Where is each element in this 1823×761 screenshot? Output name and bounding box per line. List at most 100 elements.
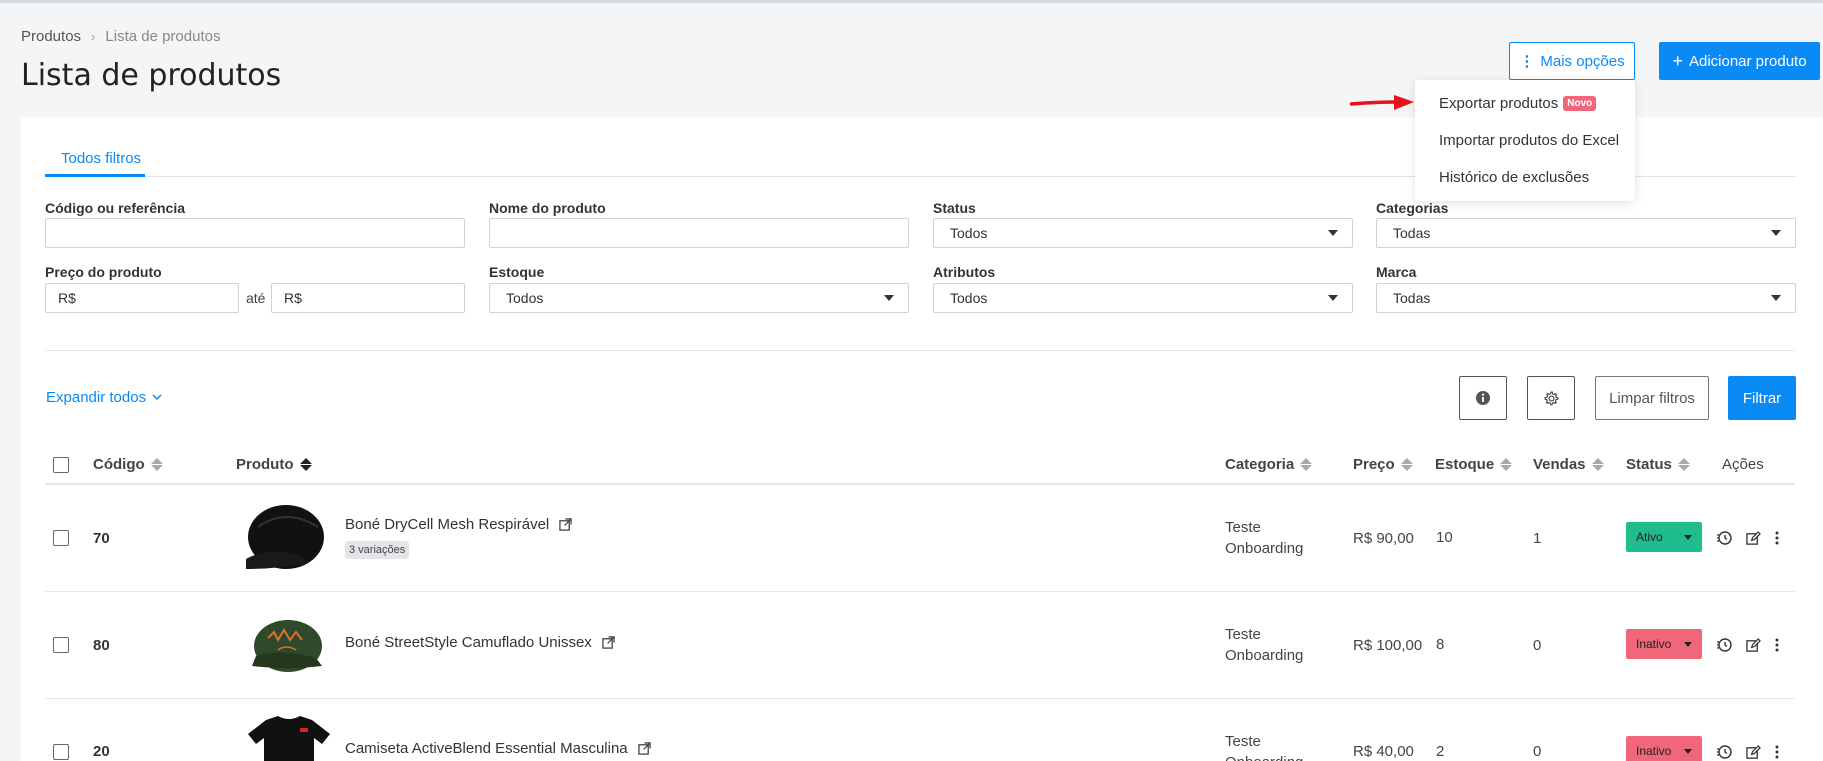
settings-button[interactable] — [1527, 376, 1575, 420]
kebab-icon[interactable] — [1775, 638, 1779, 652]
history-icon[interactable] — [1716, 744, 1732, 760]
column-header-stock[interactable]: Estoque — [1435, 456, 1513, 473]
column-header-code[interactable]: Código — [93, 456, 163, 473]
external-link-icon[interactable] — [602, 636, 615, 649]
external-link-icon[interactable] — [637, 742, 651, 755]
attributes-label: Atributos — [933, 264, 996, 280]
stock-label: Estoque — [489, 264, 545, 280]
price-separator: até — [246, 290, 266, 306]
row-checkbox[interactable] — [53, 744, 69, 760]
product-name: Camiseta ActiveBlend Essential Masculina — [345, 740, 628, 757]
product-thumbnail[interactable] — [238, 604, 334, 688]
filter-button[interactable]: Filtrar — [1728, 376, 1796, 420]
clear-filters-button[interactable]: Limpar filtros — [1595, 376, 1709, 420]
chevron-down-icon — [152, 394, 162, 401]
product-stock: 10 — [1436, 529, 1453, 546]
price-from-input[interactable]: R$ — [45, 283, 239, 313]
product-name-link[interactable]: Boné DryCell Mesh Respirável — [345, 516, 572, 533]
product-category: Teste Onboarding — [1225, 731, 1303, 761]
brand-label: Marca — [1376, 264, 1417, 280]
menu-item-deletion-history[interactable]: Histórico de exclusões — [1439, 169, 1589, 186]
product-sales: 0 — [1533, 743, 1542, 760]
menu-item-export[interactable]: Exportar produtos Novo — [1439, 95, 1597, 112]
column-header-sales[interactable]: Vendas — [1533, 456, 1604, 473]
status-select[interactable]: Todos — [933, 218, 1353, 248]
product-name-link[interactable]: Boné StreetStyle Camuflado Unissex — [345, 634, 615, 651]
caret-down-icon — [1771, 230, 1781, 236]
breadcrumb-root[interactable]: Produtos — [21, 28, 81, 45]
add-product-button[interactable]: + Adicionar produto — [1659, 42, 1820, 80]
name-label: Nome do produto — [489, 200, 606, 216]
status-label: Inativo — [1636, 744, 1672, 758]
product-code: 20 — [93, 743, 110, 760]
sort-icon — [150, 458, 163, 471]
stock-select-value: Todos — [506, 290, 544, 306]
code-label: Código ou referência — [45, 200, 186, 216]
status-dropdown[interactable]: Inativo — [1626, 736, 1702, 761]
edit-icon[interactable] — [1746, 744, 1761, 760]
stock-select[interactable]: Todos — [489, 283, 909, 313]
expand-all-label: Expandir todos — [46, 389, 147, 406]
top-border — [0, 0, 1823, 3]
column-header-category[interactable]: Categoria — [1225, 456, 1313, 473]
category-line: Onboarding — [1225, 752, 1303, 761]
column-header-status-label: Status — [1626, 456, 1672, 473]
product-thumbnail[interactable] — [244, 714, 334, 761]
variations-badge[interactable]: 3 variações — [345, 541, 410, 559]
price-to-input[interactable]: R$ — [271, 283, 465, 313]
breadcrumb: Produtos › Lista de produtos — [21, 28, 220, 45]
product-thumbnail[interactable] — [238, 497, 334, 581]
select-all-checkbox[interactable] — [53, 457, 69, 473]
chevron-right-icon: › — [91, 29, 96, 44]
product-price: R$ 40,00 — [1353, 743, 1414, 760]
caret-down-icon — [1684, 534, 1692, 540]
sort-icon — [1591, 458, 1604, 471]
code-input[interactable] — [45, 218, 465, 248]
product-code: 70 — [93, 530, 110, 547]
currency-prefix: R$ — [284, 290, 302, 306]
external-link-icon[interactable] — [559, 518, 572, 531]
column-header-price[interactable]: Preço — [1353, 456, 1413, 473]
column-header-status[interactable]: Status — [1626, 456, 1690, 473]
categories-label: Categorias — [1376, 200, 1449, 216]
row-checkbox[interactable] — [53, 530, 69, 546]
brand-select[interactable]: Todas — [1376, 283, 1796, 313]
expand-all-link[interactable]: Expandir todos — [46, 389, 162, 406]
history-icon[interactable] — [1716, 637, 1732, 653]
status-select-value: Todos — [950, 225, 988, 241]
new-badge: Novo — [1563, 96, 1597, 111]
product-sales: 1 — [1533, 530, 1542, 547]
column-header-code-label: Código — [93, 456, 145, 473]
status-label: Inativo — [1636, 637, 1672, 651]
status-dropdown[interactable]: Ativo — [1626, 522, 1702, 552]
categories-select[interactable]: Todas — [1376, 218, 1796, 248]
row-divider — [45, 698, 1795, 699]
caret-down-icon — [1684, 641, 1692, 647]
more-options-button[interactable]: ⋮ Mais opções — [1509, 42, 1635, 80]
kebab-icon[interactable] — [1775, 531, 1779, 545]
attributes-select[interactable]: Todos — [933, 283, 1353, 313]
status-dropdown[interactable]: Inativo — [1626, 629, 1702, 659]
caret-down-icon — [1328, 295, 1338, 301]
sort-icon — [299, 458, 312, 471]
row-checkbox[interactable] — [53, 637, 69, 653]
status-label: Ativo — [1636, 530, 1663, 544]
tab-all-filters[interactable]: Todos filtros — [45, 150, 157, 167]
edit-icon[interactable] — [1746, 530, 1761, 546]
caret-down-icon — [1684, 748, 1692, 754]
name-input[interactable] — [489, 218, 909, 248]
column-header-product[interactable]: Produto — [236, 456, 312, 473]
product-name-link[interactable]: Camiseta ActiveBlend Essential Masculina — [345, 740, 651, 757]
more-options-label: Mais opções — [1540, 52, 1625, 70]
breadcrumb-current: Lista de produtos — [105, 28, 221, 45]
info-button[interactable] — [1459, 376, 1507, 420]
history-icon[interactable] — [1716, 530, 1732, 546]
menu-item-import-excel[interactable]: Importar produtos do Excel — [1439, 132, 1619, 149]
kebab-icon[interactable] — [1775, 745, 1779, 759]
product-sales: 0 — [1533, 637, 1542, 654]
edit-icon[interactable] — [1746, 637, 1761, 653]
category-line: Onboarding — [1225, 540, 1304, 557]
sort-icon — [1677, 458, 1690, 471]
page-title: Lista de produtos — [21, 58, 282, 93]
product-name: Boné DryCell Mesh Respirável — [345, 516, 550, 533]
